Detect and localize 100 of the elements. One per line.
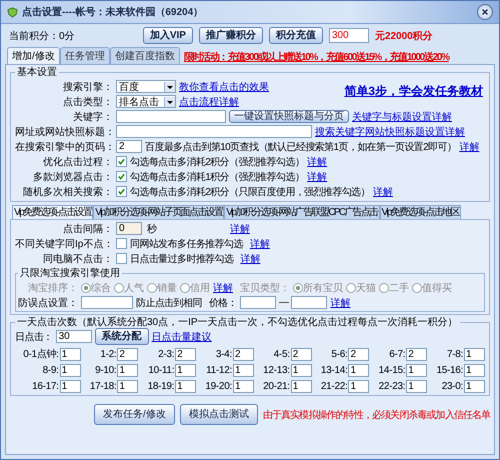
interval-field[interactable]: 0 [116,222,142,235]
help-link[interactable]: 关键字与标题设置详解 [352,110,452,124]
hour-field[interactable]: 1 [175,364,196,377]
engine-dropdown[interactable]: 百度 [116,80,176,93]
help-link[interactable]: 搜索关键字网站快照标题设置详解 [315,124,465,138]
amount-field[interactable]: 300 [328,28,369,43]
snapshot-button[interactable]: 一键设置快照标题与分页 [229,110,349,123]
page-field[interactable]: 2 [116,140,142,153]
hour-label: 16-17: [32,381,59,392]
hour-field[interactable]: 1 [175,380,196,393]
hour-label: 0-1点钟: [23,348,59,361]
hour-field[interactable]: 1 [464,380,485,393]
hour-label: 15-16: [436,365,463,376]
hour-label: 20-21: [263,381,290,392]
hour-field[interactable]: 1 [464,364,485,377]
action-button[interactable]: 模拟点击测试 [180,404,258,425]
price-max-field[interactable] [291,296,328,309]
click-type-dropdown[interactable]: 排名点击 [116,95,176,108]
field-label: 价格： [208,296,238,310]
page-note: 百度最多点击到第10页查找（默认已经搜索第1页，如在第一页设置2即可） [145,140,456,154]
hour-field[interactable]: 1 [232,364,254,377]
hour-label: 3-4: [216,348,232,360]
hour-label: 7-8: [446,348,463,360]
hour-label: 12-13: [263,365,290,376]
shield-icon [7,6,18,18]
hour-field[interactable]: 1 [117,380,138,393]
help-link[interactable]: 详解 [372,184,393,198]
toolbar-button[interactable]: 推广赚积分 [198,27,263,44]
radio-label: 所有宝贝 [303,282,343,294]
hour-field[interactable]: 1 [60,364,81,377]
hour-field[interactable]: 1 [60,380,81,393]
hour-field[interactable]: 1 [232,380,254,393]
hour-field[interactable]: 2 [232,348,254,360]
help-link[interactable]: 教你查看点击的效果 [179,80,269,94]
help-link[interactable]: 详解 [230,222,250,236]
hour-field[interactable]: 2 [406,348,428,360]
radio-label: 信用 [190,282,210,294]
option-text: 日点击量过多时推荐勾选 [130,252,234,266]
help-link[interactable]: 详解 [459,140,480,154]
hour-field[interactable]: 1 [348,364,370,377]
tab[interactable]: Vip免费选项-点击地区 [380,205,461,219]
option-text: 勾选每点击多消耗2积分（强烈推荐勾选） [130,156,304,168]
hour-label: 1-2: [100,348,116,360]
hour-field[interactable]: 1 [348,380,370,393]
help-link[interactable]: 详解 [307,154,328,168]
help-link[interactable]: 日点击量建议 [152,330,212,344]
guard-text: 防止点击到相同 [136,296,202,310]
field-label: 搜索引擎： [62,80,113,94]
site-title-field[interactable] [116,125,312,138]
toolbar-button[interactable]: 积分充值 [268,27,323,44]
checkbox[interactable] [116,171,127,182]
tab[interactable]: Vip加积分选项-网站广告联盟CPC广告点击 [224,205,380,219]
tab[interactable]: Vip加积分选项-网站子页面点击设置 [93,205,224,219]
warning-text: 由于真实模拟操作的特性，必须关闭杀毒或加入信任名单 [262,408,490,422]
unit-label: 秒 [147,222,157,236]
keyword-field[interactable] [116,110,226,123]
hour-field[interactable]: 1 [290,364,312,377]
toolbar-button[interactable]: 加入VIP [142,27,193,44]
daily-clicks-field[interactable]: 30 [56,330,92,343]
tab[interactable]: 增加/修改 [7,47,60,64]
tab[interactable]: 创建百度指数 [110,47,180,64]
hour-field[interactable]: 2 [348,348,370,360]
hour-field[interactable]: 1 [60,348,81,360]
help-link[interactable]: 详解 [240,252,260,266]
help-link[interactable]: 点击流程详解 [179,94,239,108]
amount-note: 元22000积分 [374,30,433,42]
hour-label: 17-18: [90,381,116,392]
help-link[interactable]: 详解 [250,236,270,250]
action-button[interactable]: 发布任务/修改 [94,404,175,425]
hour-field[interactable]: 1 [406,364,428,377]
hour-field[interactable]: 2 [290,348,312,360]
guard-field[interactable] [81,296,133,309]
hour-field[interactable]: 1 [290,380,312,393]
hour-label: 22-23: [378,381,406,392]
close-button[interactable] [477,4,493,20]
hour-label: 14-15: [378,365,406,376]
hour-field[interactable]: 2 [117,348,138,360]
auto-assign-button[interactable]: 系统分配 [94,328,149,345]
checkbox[interactable] [116,238,127,249]
tab[interactable]: Vip免费选项-点击设置 [12,205,94,219]
hour-field[interactable]: 2 [175,348,196,360]
hour-field[interactable]: 1 [464,348,485,360]
hour-field[interactable]: 1 [117,364,138,377]
hour-label: 19-20: [205,381,232,392]
hour-label: 4-5: [274,348,290,360]
hour-label: 23-0: [442,381,463,392]
hour-label: 8-9: [42,365,59,376]
field-label: 宝贝类型： [240,282,290,294]
tab[interactable]: 任务管理 [60,47,110,64]
tutorial-link[interactable]: 简单3步，学会发任务教材 [344,83,483,100]
hour-label: 11-12: [206,365,232,376]
checkbox[interactable] [116,156,127,167]
field-label: 同电脑不点击： [42,252,113,266]
checkbox[interactable] [116,253,127,264]
field-label: 点击间隔： [62,222,113,236]
hour-field[interactable]: 1 [406,380,428,393]
field-label: 在搜索引擎中的页码： [15,140,113,154]
help-link[interactable]: 详解 [307,170,328,184]
price-min-field[interactable] [240,296,276,309]
checkbox[interactable] [116,186,127,197]
